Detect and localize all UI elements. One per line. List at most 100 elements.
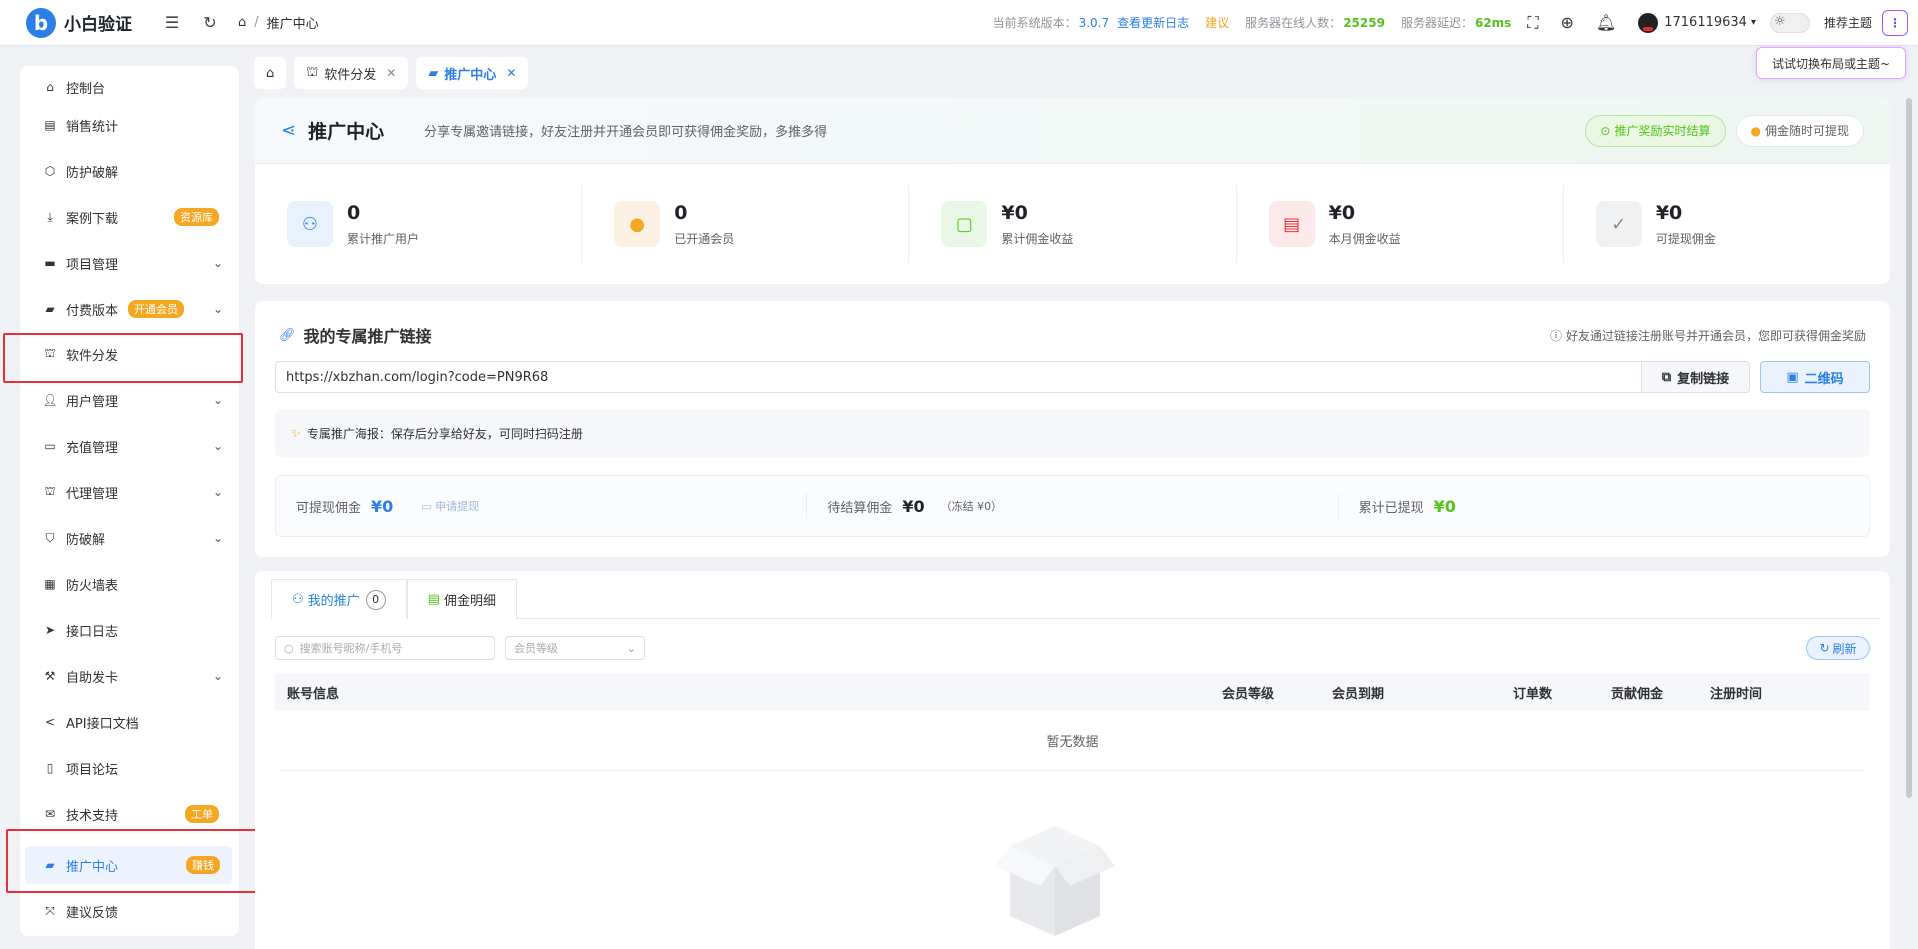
sidebar-item-agent[interactable]: ⛫ 代理管理 ⌄ [20, 473, 239, 511]
refresh-button[interactable]: ↻ 刷新 [1806, 636, 1870, 660]
sidebar-item-self-card[interactable]: ⚒ 自助发卡 ⌄ [20, 657, 239, 695]
sidebar-item-sales[interactable]: ▤ 销售统计 [20, 106, 239, 144]
col-expire: 会员到期 [1332, 686, 1385, 702]
col-commission: 贡献佣金 [1611, 686, 1664, 702]
tools-icon: ⚒ [44, 669, 56, 683]
tab-promotion[interactable]: ▰ 推广中心 ✕ [416, 57, 529, 89]
search-input[interactable]: ○ 搜索账号昵称/手机号 [275, 636, 495, 660]
card-icon: ▭ [44, 439, 56, 453]
layout-tooltip: 试试切换布局或主题~ [1756, 47, 1906, 79]
sidebar-item-support[interactable]: ✉ 技术支持 工单 [20, 795, 239, 833]
list-tabs: ⚇ 我的推广 0 ▤ 佣金明细 [271, 579, 1881, 619]
sidebar-item-firewall[interactable]: ▦ 防火墙表 [20, 565, 239, 603]
promotion-count: 0 [365, 589, 386, 610]
col-level: 会员等级 [1222, 686, 1275, 702]
user-menu[interactable]: 1716119634 ▾ [1638, 12, 1756, 33]
home-icon[interactable]: ⌂ [238, 15, 246, 30]
empty-text: 暂无数据 [281, 711, 1864, 771]
folder-icon: ▭ [421, 500, 432, 513]
sitemap-icon: ⛫ [44, 484, 56, 498]
chevron-down-icon: ⌄ [212, 393, 223, 407]
mail-icon: ✉ [44, 807, 56, 821]
sidebar-item-api-log[interactable]: ➤ 接口日志 [20, 611, 239, 649]
promotion-list-card: ⚇ 我的推广 0 ▤ 佣金明细 ○ 搜索账号昵称/手机号 会员等级 ⌄ ↻ 刷新 账号信息 … [255, 571, 1890, 949]
logo-icon: b [26, 7, 56, 38]
sidebar-item-recharge[interactable]: ▭ 充值管理 ⌄ [20, 427, 239, 465]
promo-link-title: 我的专属推广链接 [303, 327, 432, 346]
qrcode-button[interactable]: ▣ 二维码 [1760, 361, 1870, 393]
grid-icon: ▦ [44, 577, 56, 591]
expand-icon: ⤧ [45, 903, 55, 918]
menu-collapse-icon[interactable]: ☰ [162, 13, 182, 33]
globe-icon[interactable]: ⊕ [1561, 13, 1574, 32]
chevron-down-icon: ⌄ [212, 302, 223, 316]
copy-icon: ⧉ [1661, 369, 1672, 385]
tablet-icon: ▯ [46, 761, 54, 775]
apply-withdraw-button[interactable]: ▭ 申请提现 [421, 498, 479, 514]
page-scrollbar[interactable] [1906, 98, 1912, 798]
tab-commission-detail[interactable]: ▤ 佣金明细 [406, 579, 517, 619]
send-icon: ➤ [44, 623, 56, 637]
sidebar-item-anticrack[interactable]: ⛉ 防破解 ⌄ [20, 519, 239, 557]
link-icon: 🔗︎ [279, 327, 296, 343]
theme-toggle[interactable] [1769, 12, 1810, 33]
page-tabs: ⌂ ⛫ 软件分发 ✕ ▰ 推广中心 ✕ [254, 57, 536, 89]
stat-members: ● 0 已开通会员 [582, 185, 910, 263]
recommend-theme-button[interactable]: 推荐主题 [1824, 14, 1872, 31]
brand[interactable]: b 小白验证 [26, 7, 144, 38]
withdrawable-commission: 可提现佣金 ¥0 ▭ 申请提现 [276, 493, 808, 519]
sidebar-item-api-docs[interactable]: < API接口文档 [20, 703, 239, 741]
breadcrumb: ⌂ / 推广中心 [238, 15, 319, 32]
empty-box-icon [995, 826, 1115, 936]
share-icon: ⋖ [281, 120, 297, 141]
suggest-link[interactable]: 建议 [1205, 14, 1229, 31]
fullscreen-icon[interactable]: ⛶ [1527, 13, 1538, 33]
sidebar-item-paid[interactable]: ▰ 付费版本 开通会员 ⌄ [20, 290, 239, 328]
sidebar-item-protect[interactable]: ⬡ 防护破解 [20, 152, 239, 190]
image-icon: ▣ [1786, 369, 1799, 385]
bell-icon[interactable]: 🔔︎ [1596, 13, 1616, 32]
shield-check-icon: ⛉ [45, 530, 55, 545]
sidebar-item-download[interactable]: ⤓ 案例下载 资源库 [20, 198, 239, 236]
pending-commission: 待结算佣金 ¥0 （冻结 ¥0） [807, 493, 1339, 519]
realtime-settle-badge: ⊙ 推广奖励实时结算 [1585, 114, 1726, 147]
sidebar-item-feedback[interactable]: ⤧ 建议反馈 [20, 892, 239, 930]
check-circle-icon: ✓ [1595, 201, 1642, 247]
close-icon[interactable]: ✕ [386, 66, 396, 80]
stat-total-users: ⚇ 0 累计推广用户 [255, 185, 583, 263]
refresh-icon[interactable]: ↻ [200, 13, 220, 33]
member-level-select[interactable]: 会员等级 ⌄ [505, 636, 645, 660]
sidebar-item-forum[interactable]: ▯ 项目论坛 [20, 749, 239, 787]
qq-avatar-icon [1638, 12, 1659, 33]
document-icon: ▤ [427, 592, 440, 607]
promotion-overview: ⋖ 推广中心 分享专属邀请链接，好友注册并开通会员即可获得佣金奖励，多推多得 ⊙… [255, 98, 1890, 284]
tab-home[interactable]: ⌂ [254, 57, 287, 89]
page-desc: 分享专属邀请链接，好友注册并开通会员即可获得佣金奖励，多推多得 [424, 125, 828, 140]
chevron-down-icon: ⌄ [212, 669, 223, 683]
info-icon: ⓘ [1549, 328, 1562, 343]
user-icon: 👤︎ [42, 393, 58, 407]
sidebar-item-users[interactable]: 👤︎ 用户管理 ⌄ [20, 381, 239, 419]
chevron-down-icon: ⌄ [626, 641, 636, 655]
close-icon[interactable]: ✕ [506, 66, 516, 80]
home-icon: ⌂ [46, 80, 54, 94]
more-icon[interactable]: ⋮ [1882, 9, 1908, 36]
sparkle-icon: ✨︎ [291, 425, 301, 440]
tab-my-promotion[interactable]: ⚇ 我的推广 0 [271, 579, 407, 619]
user-icon: ⚇ [292, 592, 304, 607]
sidebar-item-dashboard[interactable]: ⌂ 控制台 [20, 68, 239, 106]
stat-total-commission: ▢ ¥0 累计佣金收益 [909, 185, 1237, 263]
stat-withdrawable: ✓ ¥0 可提现佣金 [1564, 185, 1890, 263]
chevron-down-icon: ▾ [1750, 17, 1756, 28]
badge-ticket: 工单 [185, 805, 219, 823]
page-title: 推广中心 [308, 121, 385, 143]
app-name: 小白验证 [64, 15, 132, 35]
copy-link-button[interactable]: ⧉ 复制链接 [1642, 361, 1750, 393]
tab-distribution[interactable]: ⛫ 软件分发 ✕ [294, 57, 409, 89]
changelog-link[interactable]: 查看更新日志 [1117, 14, 1189, 31]
sidebar-item-project[interactable]: ▬ 项目管理 ⌄ [20, 244, 239, 282]
promo-url-field[interactable]: https://xbzhan.com/login?code=PN9R68 [275, 361, 1642, 393]
col-orders: 订单数 [1513, 686, 1553, 702]
version-value: 3.0.7 [1078, 15, 1110, 30]
thumb-icon: ▰ [428, 65, 439, 81]
